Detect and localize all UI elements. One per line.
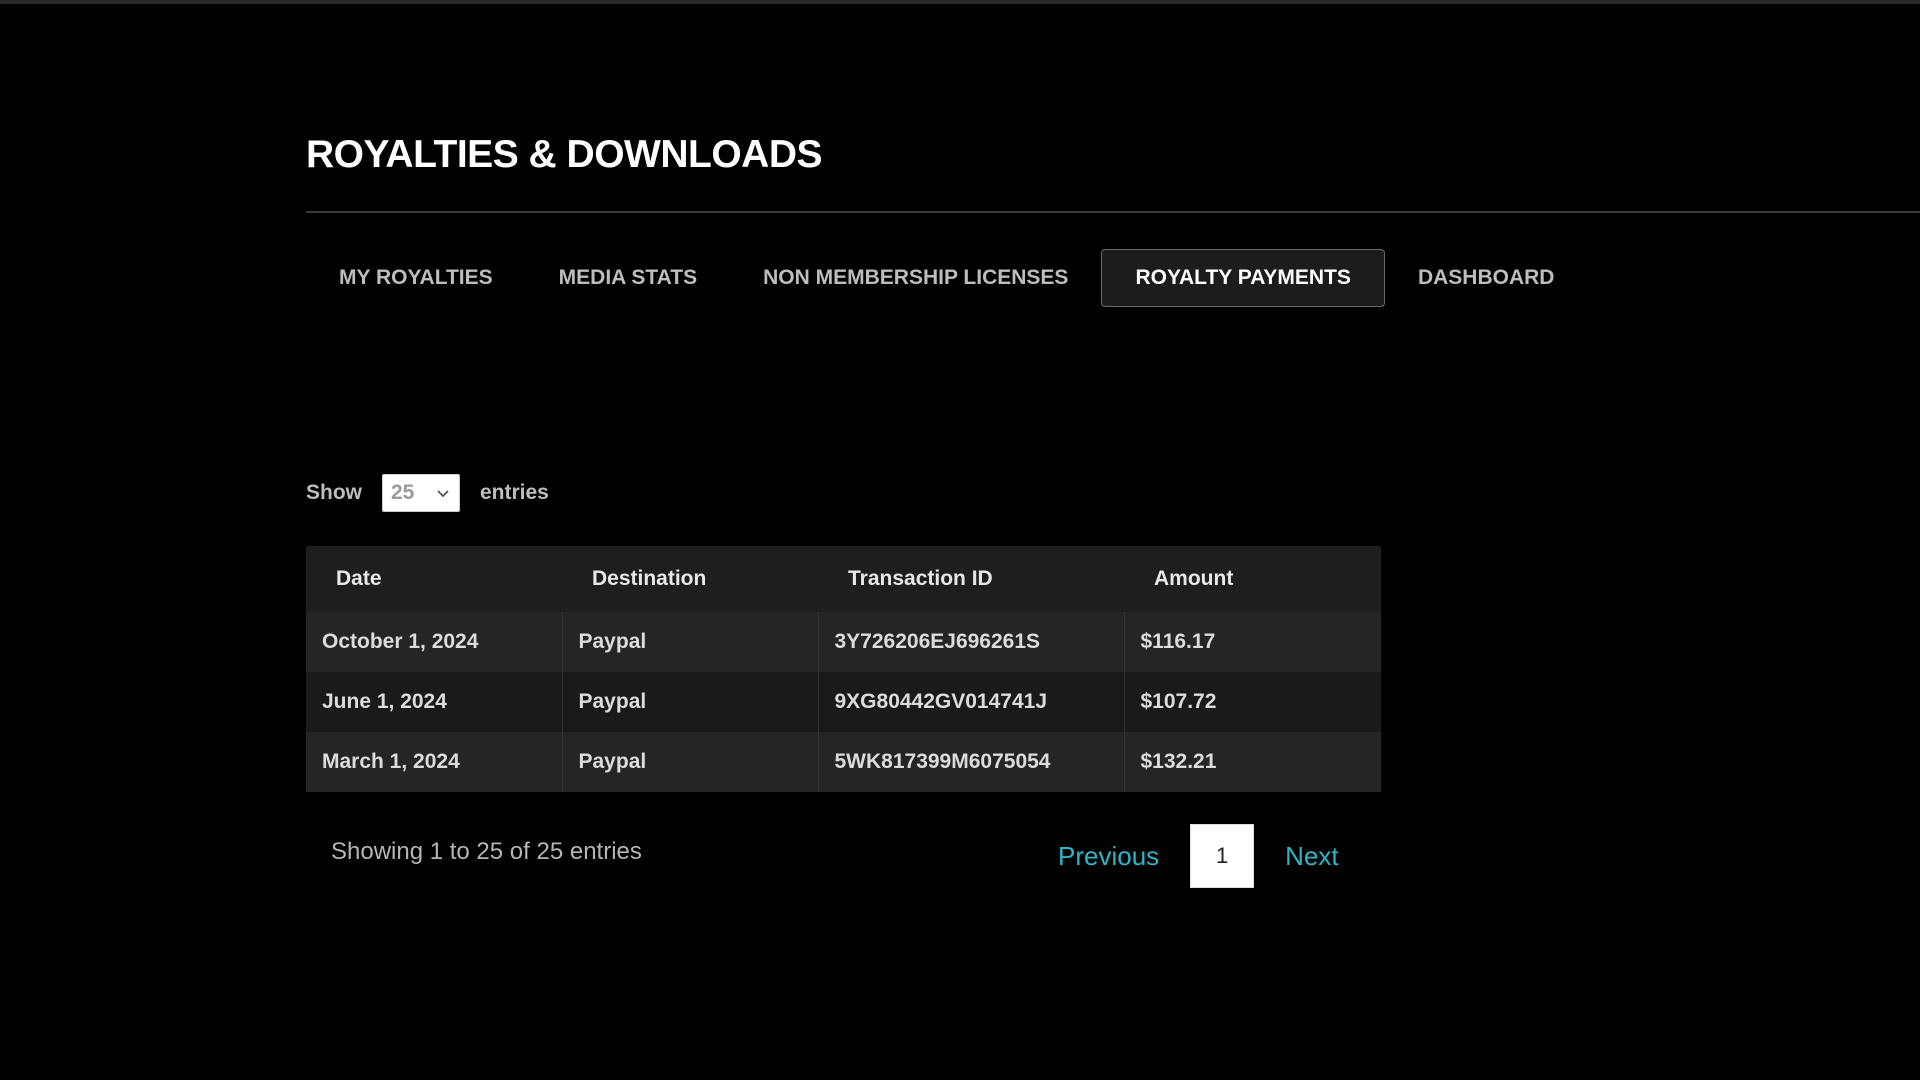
title-divider (306, 211, 1920, 213)
royalty-payments-table: Date Destination Transaction ID Amount O… (306, 546, 1381, 792)
entries-select-value: 25 (391, 481, 415, 504)
tab-my-royalties[interactable]: MY ROYALTIES (306, 249, 526, 307)
cell-date: June 1, 2024 (306, 672, 563, 732)
cell-date: March 1, 2024 (306, 732, 563, 792)
tab-non-membership-licenses[interactable]: NON MEMBERSHIP LICENSES (730, 249, 1101, 307)
column-header-date[interactable]: Date (306, 546, 562, 612)
tab-royalty-payments[interactable]: ROYALTY PAYMENTS (1101, 249, 1385, 307)
cell-amount: $116.17 (1124, 612, 1381, 672)
table-row: March 1, 2024 Paypal 5WK817399M6075054 $… (306, 732, 1381, 792)
cell-amount: $107.72 (1124, 672, 1381, 732)
cell-transaction-id: 5WK817399M6075054 (818, 732, 1125, 792)
show-label: Show (306, 481, 362, 504)
tab-media-stats[interactable]: MEDIA STATS (526, 249, 730, 307)
page-title: ROYALTIES & DOWNLOADS (306, 133, 823, 176)
pagination: Previous 1 Next (1036, 824, 1361, 888)
column-header-amount[interactable]: Amount (1124, 546, 1381, 612)
page-button-current[interactable]: 1 (1190, 824, 1255, 888)
cell-amount: $132.21 (1124, 732, 1381, 792)
cell-transaction-id: 3Y726206EJ696261S (818, 612, 1125, 672)
table-row: June 1, 2024 Paypal 9XG80442GV014741J $1… (306, 672, 1381, 732)
previous-page-link[interactable]: Previous (1036, 841, 1181, 872)
chevron-down-icon (435, 485, 451, 501)
entries-length-control: Show 25 entries (306, 474, 549, 512)
tab-dashboard[interactable]: DASHBOARD (1385, 249, 1588, 307)
entries-select[interactable]: 25 (382, 474, 460, 512)
cell-destination: Paypal (562, 672, 819, 732)
table-info: Showing 1 to 25 of 25 entries (331, 838, 642, 865)
cell-destination: Paypal (562, 732, 819, 792)
cell-date: October 1, 2024 (306, 612, 563, 672)
table-header-row: Date Destination Transaction ID Amount (306, 546, 1381, 612)
column-header-destination[interactable]: Destination (562, 546, 818, 612)
page: ROYALTIES & DOWNLOADS MY ROYALTIES MEDIA… (306, 0, 1920, 1080)
column-header-transaction-id[interactable]: Transaction ID (818, 546, 1124, 612)
cell-destination: Paypal (562, 612, 819, 672)
cell-transaction-id: 9XG80442GV014741J (818, 672, 1125, 732)
next-page-link[interactable]: Next (1263, 841, 1360, 872)
entries-label: entries (480, 481, 549, 504)
table-row: October 1, 2024 Paypal 3Y726206EJ696261S… (306, 612, 1381, 672)
tab-bar: MY ROYALTIES MEDIA STATS NON MEMBERSHIP … (306, 248, 1587, 308)
